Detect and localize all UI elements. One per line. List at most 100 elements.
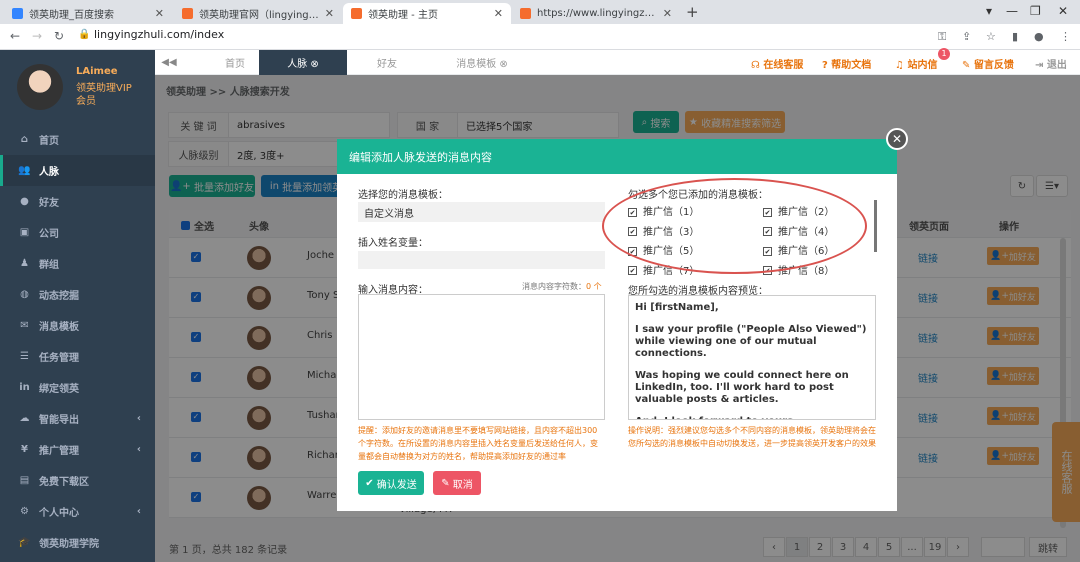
browser-tab-active[interactable]: 领英助理 - 主页 ✕ xyxy=(343,3,511,24)
sidebar-item-label: 领英助理学院 xyxy=(39,539,99,550)
preview-paragraph: And, I look forward to yours. xyxy=(635,416,869,419)
chevron-left-icon: ‹ xyxy=(136,506,141,517)
sidebar-item-8[interactable]: in 绑定领英 xyxy=(0,372,155,403)
sidebar-menu: ⌂ 首页 👥 人脉 ● 好友 ▣ 公司 ♟ 群组 ◍ 动态挖掘 ✉ 消息模板 ☰ 任务管理 in 绑定领英 ☁ 智能导… xyxy=(0,124,155,558)
close-tab-icon[interactable]: ✕ xyxy=(325,7,334,20)
preview-paragraph: I saw your profile ("People Also Viewed"… xyxy=(635,324,867,359)
site-favicon-icon xyxy=(520,8,531,19)
reload-icon[interactable]: ↻ xyxy=(54,29,64,43)
select-template-label: 选择您的消息模板： xyxy=(358,190,448,201)
users-icon: 👥 xyxy=(18,165,31,176)
sidebar-item-label: 任务管理 xyxy=(39,353,79,364)
chevron-left-icon: ‹ xyxy=(136,413,141,424)
new-tab-icon[interactable]: + xyxy=(686,3,699,21)
sidebar-item-label: 公司 xyxy=(39,229,59,240)
sidebar-item-label: 绑定领英 xyxy=(39,384,79,395)
profile-icon[interactable]: ● xyxy=(1034,30,1044,43)
window-close-icon[interactable]: ✕ xyxy=(1058,4,1068,18)
browser-tab[interactable]: https://www.lingyingzhuli.com/ ✕ xyxy=(512,3,680,24)
star-icon[interactable]: ☆ xyxy=(986,30,996,43)
yen-icon: ¥ xyxy=(21,444,28,455)
sidebar-item-label: 动态挖掘 xyxy=(39,291,79,302)
sidebar-item-6[interactable]: ✉ 消息模板 xyxy=(0,310,155,341)
sidebar-item-1[interactable]: 👥 人脉 xyxy=(0,155,155,186)
user-name: LAimee xyxy=(76,66,118,77)
browser-tab-strip: 领英助理_百度搜索 ✕ 领英助理官网（lingyingzhuli.com） ✕ … xyxy=(0,0,1080,24)
close-tab-icon[interactable]: ✕ xyxy=(494,7,503,20)
sidebar-item-label: 群组 xyxy=(39,260,59,271)
user-profile: LAimee 领英助理VIP 会员 xyxy=(0,50,155,120)
sidebar-item-label: 消息模板 xyxy=(39,322,79,333)
file-icon: ▤ xyxy=(19,475,30,486)
window-restore-icon[interactable]: ❐ xyxy=(1030,4,1041,18)
url-field[interactable]: lingyingzhuli.com/index xyxy=(94,28,224,41)
sidebar-item-11[interactable]: ▤ 免费下载区 xyxy=(0,465,155,496)
close-tab-icon[interactable]: ✕ xyxy=(155,7,164,20)
tab-title: 领英助理_百度搜索 xyxy=(29,10,114,21)
sidebar-item-label: 首页 xyxy=(39,136,59,147)
template-select[interactable]: 自定义消息 xyxy=(358,202,605,222)
sidebar-item-2[interactable]: ● 好友 xyxy=(0,186,155,217)
inbox-badge: 1 xyxy=(938,48,950,60)
briefcase-icon: ▣ xyxy=(19,227,30,238)
inbox-link[interactable]: ♫ 站内信 xyxy=(895,56,937,71)
tab-contacts[interactable]: 人脉 ⊗ xyxy=(259,50,347,75)
tab-friends[interactable]: 好友 xyxy=(347,50,427,75)
highlight-annotation xyxy=(602,178,867,274)
tab-title: https://www.lingyingzhuli.com/ xyxy=(537,8,657,19)
preview-paragraph: Was hoping we could connect here on Link… xyxy=(635,370,849,405)
sidebar-item-label: 好友 xyxy=(39,198,59,209)
menu-dots-icon[interactable]: ⋮ xyxy=(1060,30,1071,43)
window-minimize-icon[interactable]: — xyxy=(1006,4,1018,18)
message-textarea[interactable] xyxy=(358,294,605,420)
sidebar-item-label: 免费下载区 xyxy=(39,477,89,488)
key-icon[interactable]: ⚿ xyxy=(938,30,946,44)
tasks-icon: ☰ xyxy=(20,351,29,362)
sidebar-item-12[interactable]: ⚙ 个人中心 ‹ xyxy=(0,496,155,527)
graduation-icon: 🎓 xyxy=(18,537,31,548)
cloud-download-icon: ☁ xyxy=(19,413,30,424)
share-icon[interactable]: ⇪ xyxy=(962,30,971,43)
sidebar-item-0[interactable]: ⌂ 首页 xyxy=(0,124,155,155)
lock-icon[interactable]: 🔒 xyxy=(78,29,90,40)
operation-note: 操作说明：强烈建议您勾选多个不同内容的消息模板，领英助理将会在您所勾选的消息模板… xyxy=(628,426,876,448)
checkbox-icon[interactable]: ✔ xyxy=(628,266,637,275)
char-count: 消息内容字符数：0 个 xyxy=(522,282,602,291)
modal-title: 编辑添加人脉发送的消息内容 xyxy=(337,139,897,174)
confirm-send-button[interactable]: ✔ 确认发送 xyxy=(358,471,424,495)
online-service-link[interactable]: ☊ 在线客服 xyxy=(751,56,803,71)
sidebar-item-5[interactable]: ◍ 动态挖掘 xyxy=(0,279,155,310)
sidebar-item-label: 智能导出 xyxy=(39,415,79,426)
cancel-button[interactable]: ✎ 取消 xyxy=(433,471,481,495)
home-icon: ⌂ xyxy=(20,134,29,145)
close-icon[interactable]: ✕ xyxy=(886,128,908,150)
avatar[interactable] xyxy=(17,64,63,110)
name-variable-select[interactable] xyxy=(358,251,605,269)
template-preview: Hi [firstName], I saw your profile ("Peop… xyxy=(628,295,876,420)
sidebar-item-4[interactable]: ♟ 群组 xyxy=(0,248,155,279)
preview-paragraph: Hi [firstName], xyxy=(635,302,719,313)
site-favicon-icon xyxy=(351,8,362,19)
collapse-left-icon[interactable]: ◀◀ xyxy=(155,50,183,75)
sidebar-item-label: 推广管理 xyxy=(39,446,79,457)
help-docs-link[interactable]: ? 帮助文档 xyxy=(822,56,871,71)
sidebar-item-13[interactable]: 🎓 领英助理学院 xyxy=(0,527,155,558)
sidebar-item-7[interactable]: ☰ 任务管理 xyxy=(0,341,155,372)
sidepanel-icon[interactable]: ▮ xyxy=(1012,30,1018,43)
minimize-icon[interactable]: ▾ xyxy=(986,4,992,18)
forward-icon[interactable]: → xyxy=(32,29,42,43)
browser-tab[interactable]: 领英助理_百度搜索 ✕ xyxy=(4,3,172,24)
feedback-link[interactable]: ✎ 留言反馈 xyxy=(962,56,1014,71)
browser-tab[interactable]: 领英助理官网（lingyingzhuli.com） ✕ xyxy=(174,3,342,24)
sidebar-item-10[interactable]: ¥ 推广管理 ‹ xyxy=(0,434,155,465)
tab-templates[interactable]: 消息模板 ⊗ xyxy=(427,50,537,75)
sidebar-item-3[interactable]: ▣ 公司 xyxy=(0,217,155,248)
template-list-scrollbar[interactable] xyxy=(874,200,877,252)
logout-link[interactable]: ⇥ 退出 xyxy=(1035,56,1067,71)
insert-name-label: 插入姓名变量： xyxy=(358,238,428,249)
sidebar: LAimee 领英助理VIP 会员 ⌂ 首页 👥 人脉 ● 好友 ▣ 公司 ♟ 群组 ◍ 动态挖掘 ✉ 消息… xyxy=(0,50,155,562)
close-tab-icon[interactable]: ✕ xyxy=(663,7,672,20)
sidebar-item-9[interactable]: ☁ 智能导出 ‹ xyxy=(0,403,155,434)
chevron-left-icon: ‹ xyxy=(136,444,141,455)
back-icon[interactable]: ← xyxy=(10,29,20,43)
